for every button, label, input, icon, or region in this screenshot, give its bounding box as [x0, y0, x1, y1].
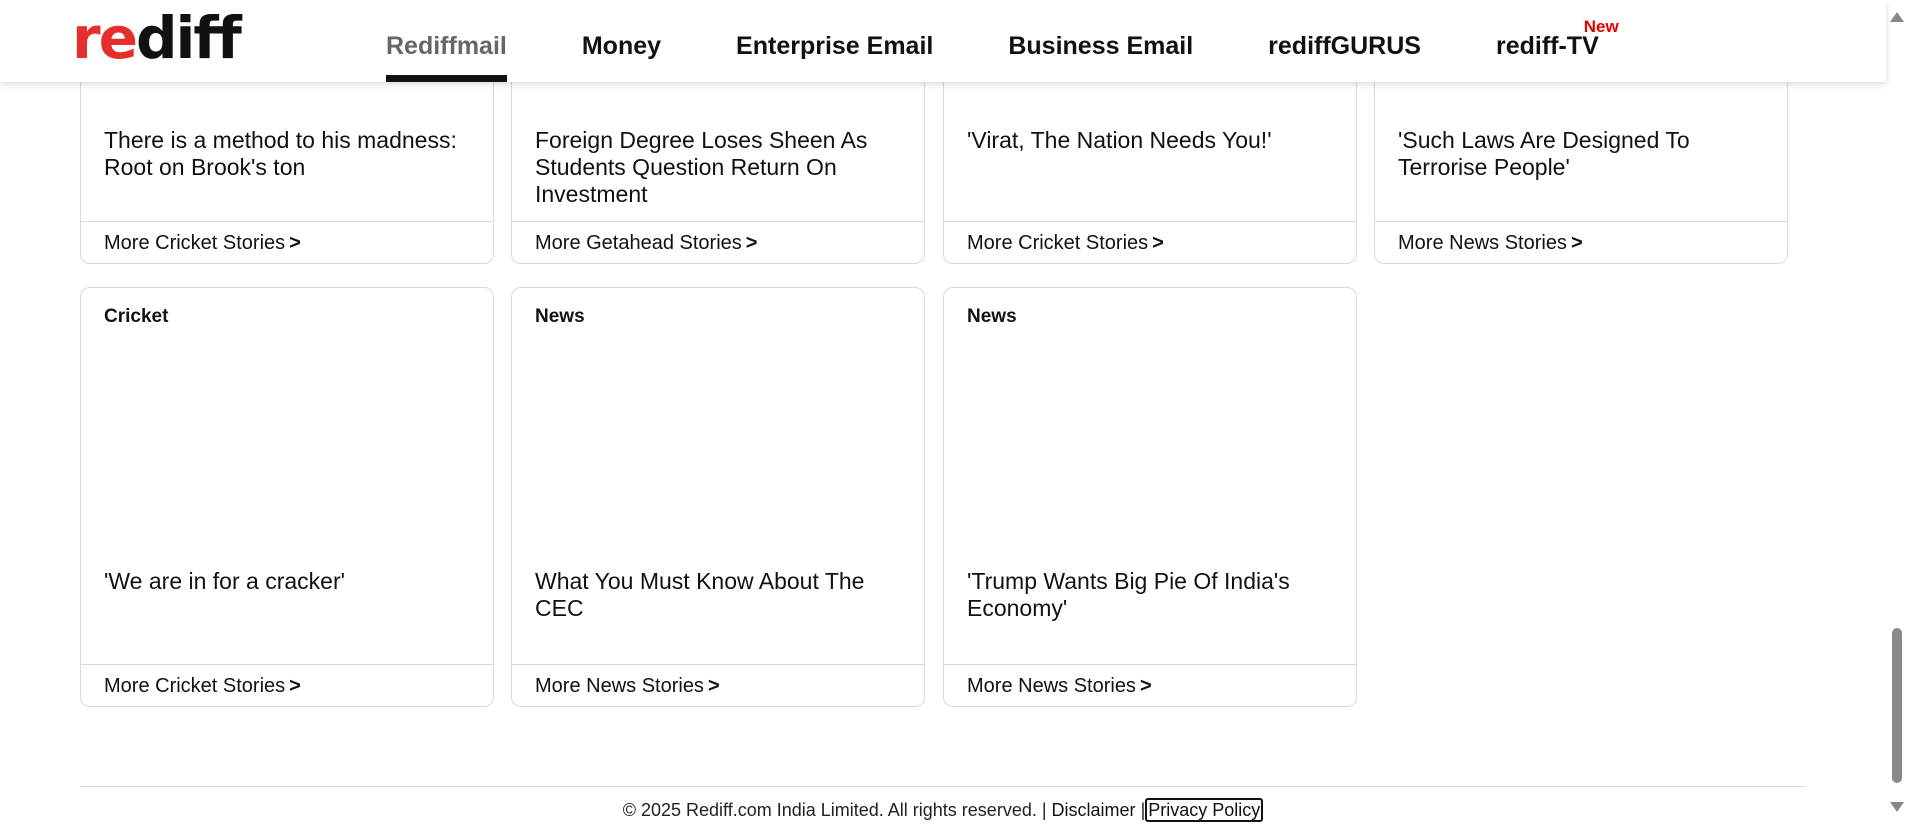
- site-header: rediff Rediffmail Money Enterprise Email…: [0, 0, 1886, 82]
- chevron-right-icon: >: [1152, 232, 1164, 254]
- story-title[interactable]: 'Such Laws Are Designed To Terrorise Peo…: [1398, 127, 1767, 181]
- story-card[interactable]: 'Such Laws Are Designed To Terrorise Peo…: [1374, 60, 1788, 264]
- footer-divider: [80, 786, 1806, 787]
- chevron-right-icon: >: [289, 232, 301, 254]
- rediff-logo[interactable]: rediff: [72, 9, 242, 67]
- story-card[interactable]: There is a method to his madness: Root o…: [80, 60, 494, 264]
- chevron-right-icon: >: [745, 232, 758, 254]
- story-title[interactable]: Foreign Degree Loses Sheen As Students Q…: [535, 127, 904, 208]
- new-badge: New: [1583, 17, 1619, 36]
- story-title[interactable]: 'Virat, The Nation Needs You!': [967, 127, 1336, 154]
- chevron-right-icon: >: [707, 675, 720, 697]
- nav-rediffgurus[interactable]: rediffGURUS: [1268, 0, 1421, 82]
- nav-business-email[interactable]: Business Email: [1008, 0, 1193, 82]
- page-scrollbar[interactable]: [1886, 0, 1908, 824]
- story-card[interactable]: 'Virat, The Nation Needs You!' More Cric…: [943, 60, 1357, 264]
- story-title[interactable]: 'Trump Wants Big Pie Of India's Economy': [967, 568, 1336, 622]
- footer: © 2025 Rediff.com India Limited. All rig…: [0, 798, 1886, 822]
- privacy-policy-link[interactable]: Privacy Policy: [1145, 798, 1264, 822]
- nav-rediff-tv[interactable]: rediff-TV New: [1496, 0, 1619, 82]
- scrollbar-thumb[interactable]: [1892, 628, 1902, 783]
- category-label: News: [967, 306, 1017, 327]
- disclaimer-link[interactable]: Disclaimer: [1052, 800, 1136, 820]
- more-stories-link[interactable]: More News Stories >: [512, 664, 924, 706]
- story-title[interactable]: What You Must Know About The CEC: [535, 568, 904, 622]
- category-label: Cricket: [104, 306, 169, 327]
- nav-money[interactable]: Money: [582, 0, 661, 82]
- story-card[interactable]: Cricket 'We are in for a cracker' More C…: [80, 287, 494, 707]
- chevron-right-icon: >: [289, 675, 301, 697]
- category-label: News: [535, 306, 585, 327]
- more-stories-link[interactable]: More News Stories >: [944, 664, 1356, 706]
- more-stories-link[interactable]: More Cricket Stories >: [944, 221, 1356, 263]
- more-stories-link[interactable]: More Cricket Stories >: [81, 664, 493, 706]
- story-title[interactable]: 'We are in for a cracker': [104, 568, 473, 595]
- story-title[interactable]: There is a method to his madness: Root o…: [104, 127, 473, 181]
- main-nav: Rediffmail Money Enterprise Email Busine…: [386, 0, 1674, 82]
- chevron-right-icon: >: [1570, 232, 1583, 254]
- nav-enterprise-email[interactable]: Enterprise Email: [736, 0, 933, 82]
- copyright-text: © 2025 Rediff.com India Limited. All rig…: [622, 800, 1047, 820]
- scroll-down-arrow-icon[interactable]: [1890, 802, 1904, 812]
- story-card[interactable]: News 'Trump Wants Big Pie Of India's Eco…: [943, 287, 1357, 707]
- chevron-right-icon: >: [1139, 675, 1152, 697]
- more-stories-link[interactable]: More Getahead Stories >: [512, 221, 924, 263]
- story-card[interactable]: Foreign Degree Loses Sheen As Students Q…: [511, 60, 925, 264]
- more-stories-link[interactable]: More Cricket Stories >: [81, 221, 493, 263]
- scroll-up-arrow-icon[interactable]: [1890, 12, 1904, 22]
- story-card[interactable]: News What You Must Know About The CEC Mo…: [511, 287, 925, 707]
- more-stories-link[interactable]: More News Stories >: [1375, 221, 1787, 263]
- nav-rediffmail[interactable]: Rediffmail: [386, 0, 507, 82]
